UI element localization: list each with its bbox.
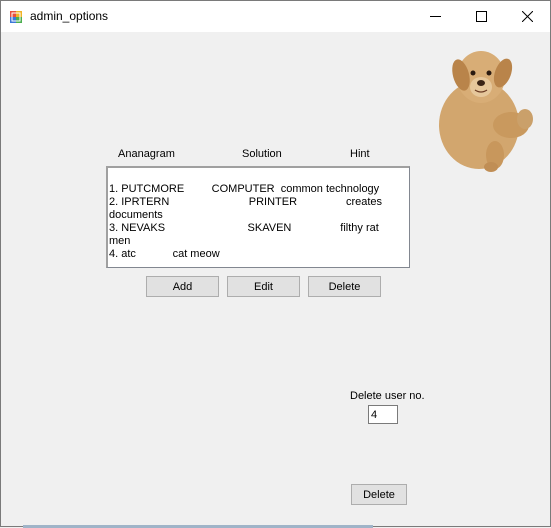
app-icon: [10, 11, 22, 23]
close-button[interactable]: [504, 1, 550, 32]
window-title: admin_options: [30, 9, 109, 23]
anagram-listbox[interactable]: 1. PUTCMORE COMPUTER common technology 2…: [106, 166, 410, 268]
list-item[interactable]: 4. atc cat meow: [109, 248, 220, 260]
title-bar: admin_options: [1, 1, 550, 32]
delete-anagram-button[interactable]: Delete: [308, 276, 381, 297]
column-header-hint: Hint: [350, 148, 370, 160]
delete-user-button[interactable]: Delete: [351, 484, 407, 505]
admin-options-window: admin_options Ananagram Solution Hint 1.…: [0, 0, 551, 528]
close-icon: [521, 11, 533, 22]
edit-button[interactable]: Edit: [227, 276, 300, 297]
list-item[interactable]: 3. NEVAKS SKAVEN filthy rat: [109, 222, 379, 234]
delete-user-label: Delete user no.: [350, 390, 425, 402]
delete-user-input[interactable]: [368, 405, 398, 424]
maximize-icon: [475, 11, 487, 22]
minimize-icon: [429, 16, 441, 17]
list-item[interactable]: men: [109, 235, 130, 247]
add-button[interactable]: Add: [146, 276, 219, 297]
column-header-anagram: Ananagram: [118, 148, 175, 160]
list-item[interactable]: 1. PUTCMORE COMPUTER common technology: [109, 183, 379, 195]
dog-image: [439, 51, 533, 172]
list-item[interactable]: documents: [109, 209, 163, 221]
minimize-button[interactable]: [412, 1, 458, 32]
list-item[interactable]: 2. IPRTERN PRINTER creates: [109, 196, 382, 208]
maximize-button[interactable]: [458, 1, 504, 32]
column-header-solution: Solution: [242, 148, 282, 160]
